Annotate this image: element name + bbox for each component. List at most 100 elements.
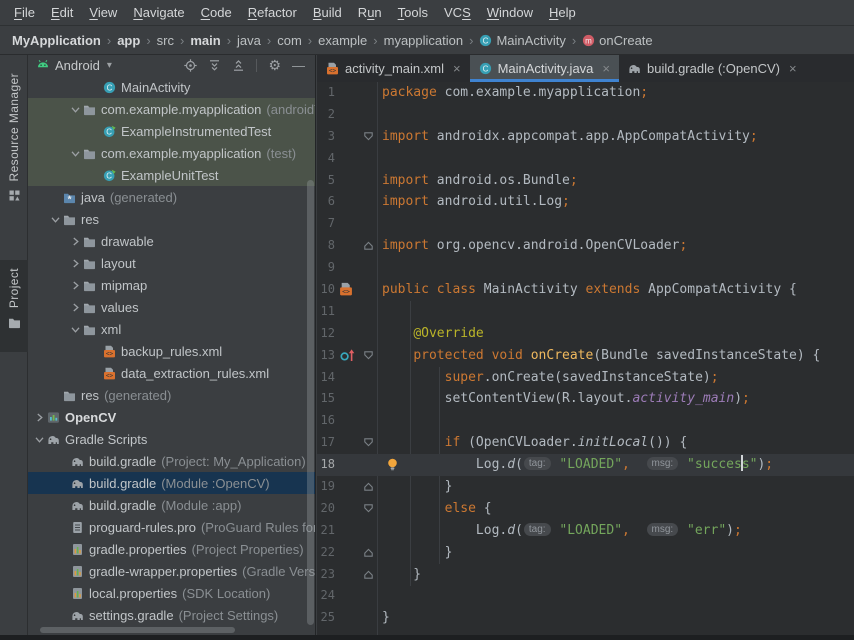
fold-marker-open-icon[interactable] [363, 437, 374, 448]
breadcrumb-item-oncreate[interactable]: monCreate [582, 33, 652, 48]
menu-window[interactable]: Window [479, 5, 541, 20]
settings-icon[interactable]: ⚙ [268, 59, 281, 72]
chevron-down-icon[interactable] [68, 148, 82, 159]
fold-marker-close-icon[interactable] [363, 240, 374, 251]
breadcrumb-item-com[interactable]: com [277, 33, 302, 48]
line-number[interactable]: 4 [317, 148, 335, 170]
expand-all-icon[interactable] [208, 59, 221, 72]
close-icon[interactable]: × [602, 61, 610, 76]
code-text[interactable]: protected void onCreate(Bundle savedInst… [382, 345, 820, 367]
fold-marker-close-icon[interactable] [363, 569, 374, 580]
locate-icon[interactable] [184, 59, 197, 72]
line-number[interactable]: 14 [317, 367, 335, 389]
breadcrumb-item-java[interactable]: java [237, 33, 261, 48]
line-number[interactable]: 6 [317, 191, 335, 213]
tree-item-settings-gradle-project-settings[interactable]: settings.gradle(Project Settings) [28, 604, 315, 626]
breadcrumb-item-myapplication[interactable]: myapplication [384, 33, 464, 48]
line-number[interactable]: 20 [317, 498, 335, 520]
chevron-right-icon[interactable] [32, 412, 46, 423]
project-horizontal-scrollbar[interactable] [40, 627, 235, 633]
breadcrumb-item-main[interactable]: main [190, 33, 220, 48]
line-number[interactable]: 12 [317, 323, 335, 345]
code-text[interactable]: } [382, 564, 421, 586]
tree-item-com-example-myapplication-androidtest[interactable]: com.example.myapplication(androidTest) [28, 98, 315, 120]
close-icon[interactable]: × [453, 61, 461, 76]
code-text[interactable]: setContentView(R.layout.activity_main); [382, 388, 750, 410]
code-text[interactable]: else { [382, 498, 492, 520]
fold-marker-open-icon[interactable] [363, 350, 374, 361]
menu-view[interactable]: View [81, 5, 125, 20]
code-text[interactable]: public class MainActivity extends AppCom… [382, 279, 797, 301]
code-text[interactable]: } [382, 607, 390, 629]
chevron-right-icon[interactable] [68, 258, 82, 269]
tree-item-com-example-myapplication-test[interactable]: com.example.myapplication(test) [28, 142, 315, 164]
line-number[interactable]: 10 [317, 279, 335, 301]
code-text[interactable]: } [382, 476, 452, 498]
code-text[interactable]: import androidx.appcompat.app.AppCompatA… [382, 126, 758, 148]
menu-edit[interactable]: Edit [43, 5, 81, 20]
code-text[interactable]: @Override [382, 323, 484, 345]
line-number[interactable]: 13 [317, 345, 335, 367]
tree-item-mipmap[interactable]: mipmap [28, 274, 315, 296]
editor-tab-mainactivity-java[interactable]: CMainActivity.java× [470, 55, 619, 82]
override-method-icon[interactable] [339, 348, 354, 363]
tree-item-local-properties-sdk-location[interactable]: local.properties(SDK Location) [28, 582, 315, 604]
tree-item-build-gradle-module-opencv[interactable]: build.gradle(Module :OpenCV) [28, 472, 315, 494]
menu-file[interactable]: File [6, 5, 43, 20]
fold-marker-close-icon[interactable] [363, 547, 374, 558]
tree-item-drawable[interactable]: drawable [28, 230, 315, 252]
code-text[interactable]: Log.d(tag: "LOADED", msg: "err"); [382, 520, 742, 542]
code-text[interactable]: import org.opencv.android.OpenCVLoader; [382, 235, 687, 257]
menu-run[interactable]: Run [350, 5, 390, 20]
menu-vcs[interactable]: VCS [436, 5, 479, 20]
line-number[interactable]: 11 [317, 301, 335, 323]
chevron-right-icon[interactable] [68, 302, 82, 313]
line-number[interactable]: 21 [317, 520, 335, 542]
line-number[interactable]: 8 [317, 235, 335, 257]
tree-item-exampleinstrumentedtest[interactable]: CExampleInstrumentedTest [28, 120, 315, 142]
tree-item-build-gradle-module-app[interactable]: build.gradle(Module :app) [28, 494, 315, 516]
menu-refactor[interactable]: Refactor [240, 5, 305, 20]
menu-tools[interactable]: Tools [390, 5, 436, 20]
line-number[interactable]: 9 [317, 257, 335, 279]
line-number[interactable]: 7 [317, 213, 335, 235]
project-vertical-scrollbar[interactable] [307, 180, 314, 625]
line-number[interactable]: 17 [317, 432, 335, 454]
tree-item-gradle-wrapper-properties-gradle-version[interactable]: gradle-wrapper.properties(Gradle Version… [28, 560, 315, 582]
code-text[interactable]: import android.os.Bundle; [382, 170, 578, 192]
code-text[interactable]: if (OpenCVLoader.initLocal()) { [382, 432, 687, 454]
chevron-down-icon[interactable] [48, 214, 62, 225]
tree-item-xml[interactable]: xml [28, 318, 315, 340]
code-text[interactable]: package com.example.myapplication; [382, 82, 648, 104]
code-text[interactable]: import android.util.Log; [382, 191, 570, 213]
tree-item-layout[interactable]: layout [28, 252, 315, 274]
menu-help[interactable]: Help [541, 5, 584, 20]
line-number[interactable]: 2 [317, 104, 335, 126]
line-number[interactable]: 23 [317, 564, 335, 586]
tree-item-exampleunittest[interactable]: CExampleUnitTest [28, 164, 315, 186]
menu-navigate[interactable]: Navigate [125, 5, 192, 20]
code-text[interactable]: } [382, 542, 452, 564]
code-text[interactable]: super.onCreate(savedInstanceState); [382, 367, 719, 389]
tree-item-mainactivity[interactable]: CMainActivity [28, 76, 315, 98]
chevron-right-icon[interactable] [68, 280, 82, 291]
menu-code[interactable]: Code [193, 5, 240, 20]
line-number[interactable]: 5 [317, 170, 335, 192]
project-view-selector[interactable]: Android [55, 58, 100, 73]
breadcrumb-item-mainactivity[interactable]: CMainActivity [479, 33, 565, 48]
chevron-down-icon[interactable] [32, 434, 46, 445]
fold-marker-open-icon[interactable] [363, 131, 374, 142]
tree-item-gradle-scripts[interactable]: Gradle Scripts [28, 428, 315, 450]
code-text[interactable]: Log.d(tag: "LOADED", msg: "success"); [382, 454, 773, 476]
tree-item-opencv[interactable]: OpenCV [28, 406, 315, 428]
layout-xml-icon[interactable]: <> [339, 282, 354, 297]
breadcrumb-item-src[interactable]: src [157, 33, 174, 48]
line-number[interactable]: 19 [317, 476, 335, 498]
breadcrumb-item-myapplication[interactable]: MyApplication [12, 33, 101, 48]
tree-item-values[interactable]: values [28, 296, 315, 318]
tree-item-res-generated[interactable]: res(generated) [28, 384, 315, 406]
line-number[interactable]: 25 [317, 607, 335, 629]
line-number[interactable]: 18 [317, 454, 335, 476]
hide-icon[interactable]: — [292, 59, 305, 72]
line-number[interactable]: 24 [317, 585, 335, 607]
